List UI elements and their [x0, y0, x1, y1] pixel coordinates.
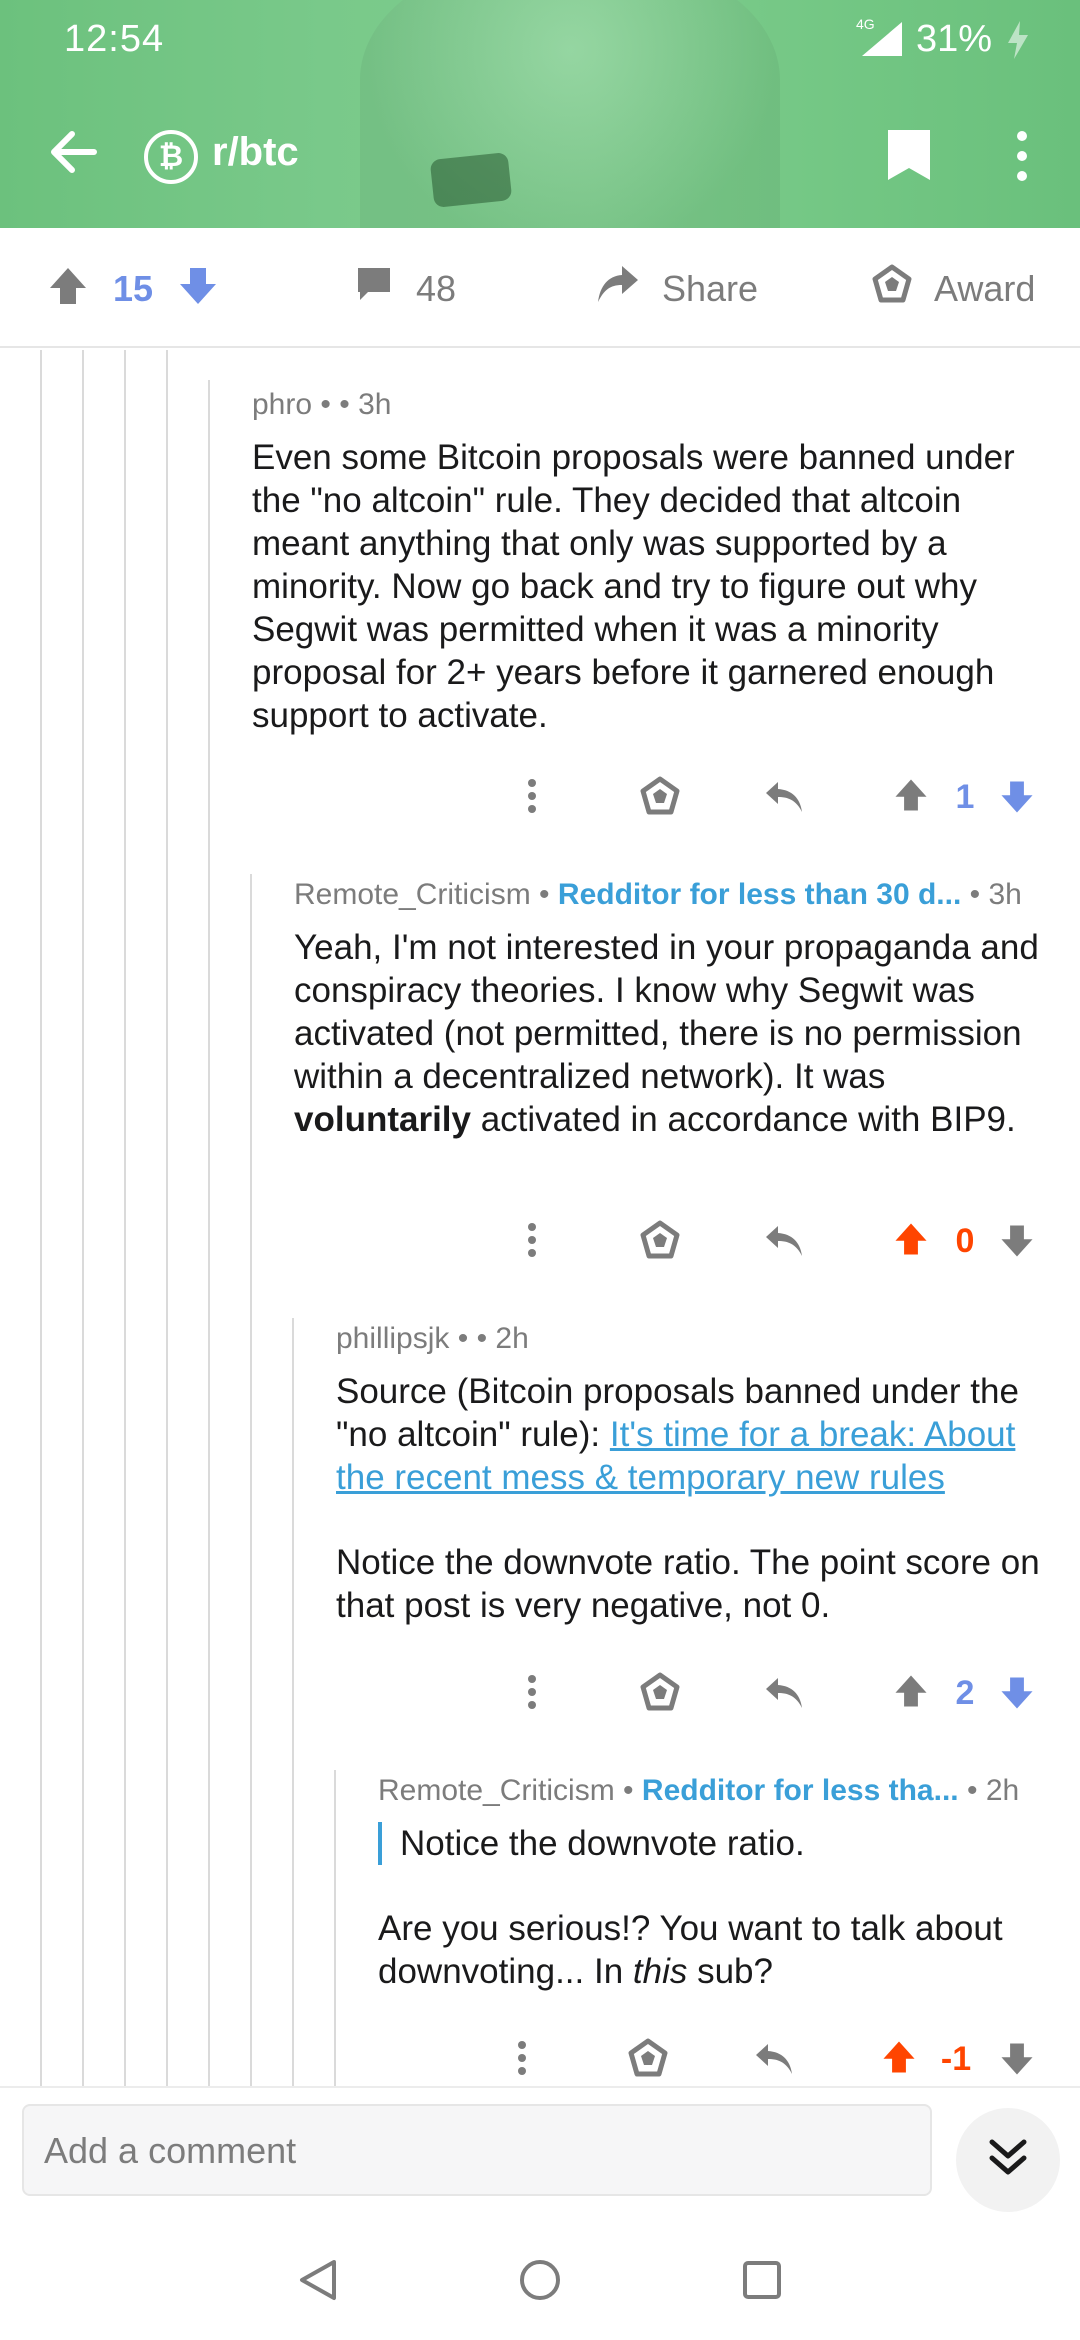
header-nav: ₿ r/btc — [0, 110, 1080, 194]
comment-score: 2 — [955, 1674, 975, 1712]
comment-time: 3h — [358, 388, 392, 421]
comment-input[interactable]: Add a comment — [22, 2104, 932, 2196]
thread-line — [250, 874, 252, 2086]
upvote-icon[interactable] — [892, 1672, 930, 1715]
thread-line — [124, 350, 126, 2086]
comment: phro • • 3h Even some Bitcoin proposals … — [252, 388, 1062, 737]
upvote-icon[interactable] — [46, 264, 90, 313]
upvote-icon[interactable] — [892, 776, 930, 819]
comment-score: 1 — [955, 778, 975, 816]
subreddit-name[interactable]: r/btc — [212, 130, 299, 175]
share-button[interactable]: Share — [596, 264, 758, 313]
reply-icon[interactable] — [764, 1676, 804, 1715]
double-chevron-down-icon — [986, 2136, 1030, 2185]
more-options-icon[interactable] — [1004, 126, 1040, 186]
award-button[interactable]: Award — [872, 264, 1035, 313]
user-flair: Redditor for less tha... — [641, 1774, 959, 1807]
status-indicators: 4G 31% — [856, 16, 1030, 61]
comment-time: 3h — [988, 878, 1022, 911]
charging-icon — [1006, 20, 1030, 59]
comments-count: 48 — [416, 267, 457, 309]
comment-more-icon[interactable] — [526, 1674, 538, 1715]
post-vote-group: 15 — [46, 264, 220, 313]
comment: Remote_Criticism • Redditor for less tha… — [378, 1774, 1068, 1993]
downvote-icon[interactable] — [998, 2040, 1036, 2083]
comment-body: Are you serious!? You want to talk about… — [378, 1909, 1003, 1991]
comment-body-paragraph: Notice the downvote ratio. The point sco… — [336, 1543, 1040, 1625]
share-label: Share — [662, 267, 759, 309]
comment-score: 0 — [955, 1222, 975, 1260]
quoted-text: Notice the downvote ratio. — [378, 1822, 1068, 1865]
reply-icon[interactable] — [764, 1224, 804, 1263]
upvote-icon[interactable] — [892, 1220, 930, 1263]
comments-thread[interactable]: phro • • 3h Even some Bitcoin proposals … — [0, 350, 1080, 2086]
share-arrow-icon — [596, 264, 640, 313]
reply-icon[interactable] — [764, 780, 804, 819]
nav-home-icon[interactable] — [518, 2258, 562, 2307]
comment-body: Yeah, I'm not interested in your propaga… — [294, 928, 1039, 1139]
award-icon[interactable] — [628, 2038, 668, 2083]
thread-line — [166, 350, 168, 2086]
thread-line — [334, 1770, 336, 2086]
comment-more-icon[interactable] — [516, 2040, 528, 2081]
downvote-icon[interactable] — [176, 264, 220, 313]
battery-percent: 31% — [915, 18, 992, 60]
comment-meta: Remote_Criticism • Redditor for less tha… — [294, 878, 1022, 911]
comment-author[interactable]: Remote_Criticism — [378, 1774, 615, 1807]
comment-time: 2h — [495, 1322, 529, 1355]
comment-meta: Remote_Criticism • Redditor for less tha… — [378, 1774, 1020, 1807]
thread-line — [208, 380, 210, 2086]
post-action-bar: 15 48 Share Award — [0, 228, 1080, 348]
downvote-icon[interactable] — [998, 1222, 1036, 1265]
award-label: Award — [934, 267, 1036, 309]
downvote-icon[interactable] — [998, 1674, 1036, 1717]
comment-meta: phillipsjk • • 2h — [336, 1322, 529, 1355]
reply-icon[interactable] — [754, 2042, 794, 2081]
comment-score: -1 — [940, 2040, 972, 2078]
italic-text: this — [632, 1952, 688, 1991]
bookmark-icon[interactable] — [886, 128, 932, 182]
comment-author[interactable]: Remote_Criticism — [294, 878, 531, 911]
user-flair: Redditor for less than 30 d... — [557, 878, 962, 911]
comment: Remote_Criticism • Redditor for less tha… — [294, 878, 1064, 1141]
thread-line — [292, 1318, 294, 2086]
comment-body: Even some Bitcoin proposals were banned … — [252, 438, 1015, 735]
comment: phillipsjk • • 2h Source (Bitcoin propos… — [336, 1322, 1066, 1627]
bitcoin-cash-icon[interactable]: ₿ — [144, 130, 198, 184]
system-navigation-bar — [0, 2216, 1080, 2340]
nav-back-icon[interactable] — [298, 2258, 338, 2307]
comment-bubble-icon — [354, 264, 394, 313]
subreddit-header: 12:54 4G 31% ₿ r/btc — [0, 0, 1080, 228]
signal-icon: 4G — [856, 16, 902, 60]
comment-more-icon[interactable] — [526, 1222, 538, 1263]
downvote-icon[interactable] — [998, 778, 1036, 821]
comment-body: Source (Bitcoin proposals banned under t… — [336, 1372, 1019, 1497]
comment-more-icon[interactable] — [526, 778, 538, 819]
thread-line — [40, 350, 42, 2086]
award-icon[interactable] — [640, 776, 680, 821]
status-time: 12:54 — [64, 18, 165, 60]
comment-author[interactable]: phillipsjk — [336, 1322, 449, 1355]
thread-line — [82, 350, 84, 2086]
award-icon[interactable] — [640, 1672, 680, 1717]
comment-time: 2h — [985, 1774, 1020, 1807]
status-bar: 12:54 4G 31% — [0, 0, 1080, 80]
comment-author[interactable]: phro — [252, 388, 312, 421]
award-icon — [872, 264, 912, 313]
comments-button[interactable]: 48 — [354, 264, 456, 313]
comment-bar: Add a comment — [0, 2086, 1080, 2216]
nav-recents-icon[interactable] — [742, 2260, 782, 2305]
award-icon[interactable] — [640, 1220, 680, 1265]
collapse-threads-button[interactable] — [956, 2108, 1060, 2212]
bold-text: voluntarily — [294, 1100, 471, 1139]
comment-meta: phro • • 3h — [252, 388, 392, 421]
post-score: 15 — [112, 267, 154, 309]
back-arrow-icon[interactable] — [46, 124, 102, 180]
upvote-icon[interactable] — [880, 2038, 918, 2081]
